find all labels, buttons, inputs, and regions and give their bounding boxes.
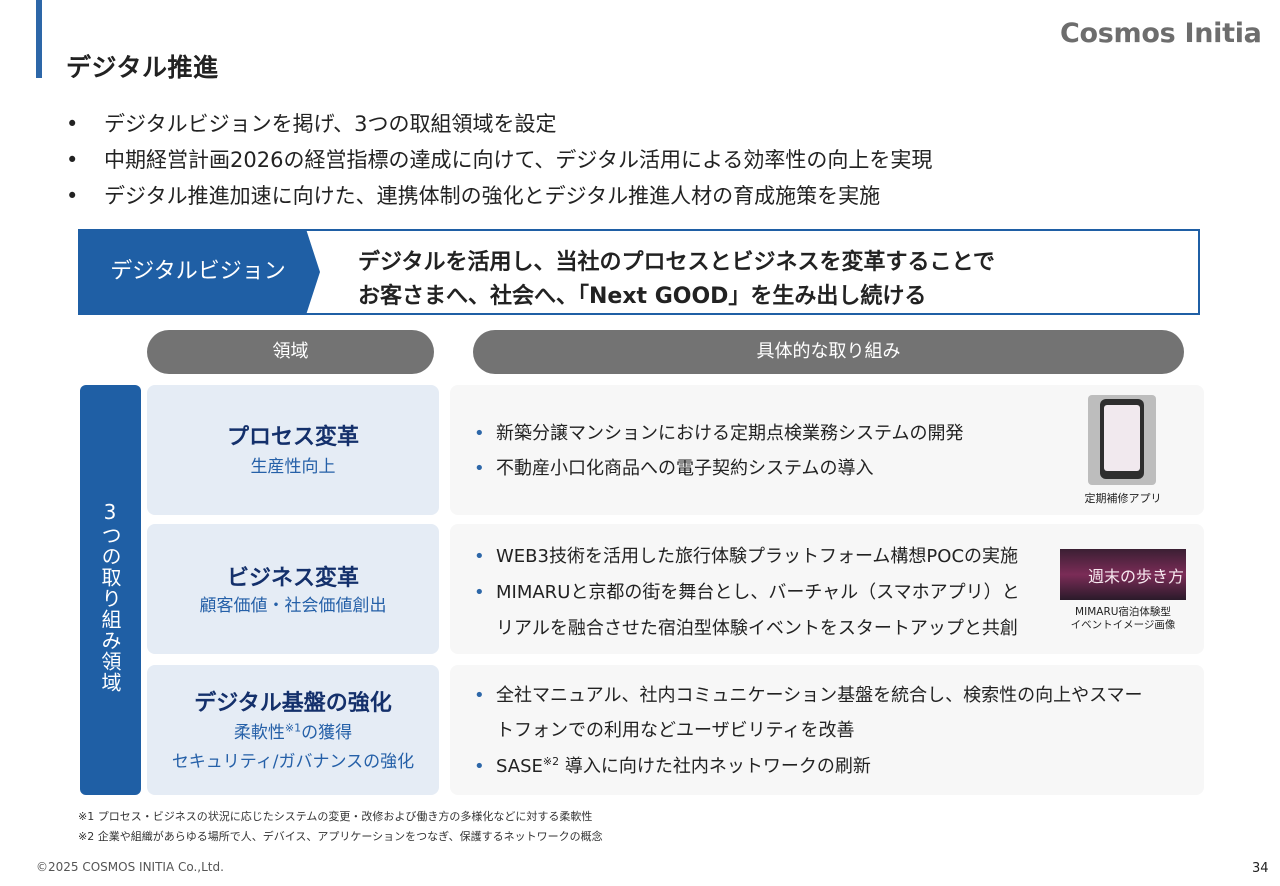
area-process-reform: プロセス変革 生産性向上 [147, 385, 439, 515]
detail-text-continued: リアルを融合させた宿泊型体験イベントをスタートアップと共創 [496, 618, 1018, 639]
vision-label: デジタルビジョン [110, 259, 286, 284]
bullet-marker: • [66, 148, 79, 172]
detail-item: • 不動産小口化商品への電子契約システムの導入 [474, 454, 873, 480]
bullet-item: • デジタルビジョンを掲げ、3つの取組領域を設定 [66, 108, 556, 138]
footnote-2: ※2 企業や組織があらゆる場所で人、デバイス、アプリケーションをつなぎ、保護する… [78, 830, 603, 843]
area-title: プロセス変革 [226, 425, 359, 450]
page-number: 34 [1252, 861, 1269, 876]
image-caption: MIMARU宿泊体験型 イベントイメージ画像 [1060, 606, 1186, 632]
detail-item: • WEB3技術を活用した旅行体験プラットフォーム構想POCの実施 [474, 542, 1018, 568]
bullet-marker: • [474, 423, 485, 444]
bullet-item: • 中期経営計画2026の経営指標の達成に向けて、デジタル活用による効率性の向上を… [66, 144, 932, 174]
area-title: ビジネス変革 [226, 566, 359, 591]
title-accent-bar [36, 0, 42, 78]
bullet-text: デジタルビジョンを掲げ、3つの取組領域を設定 [104, 112, 557, 136]
detail-text: WEB3技術を活用した旅行体験プラットフォーム構想POCの実施 [496, 546, 1019, 567]
phone-screen [1100, 399, 1144, 479]
footnote-1: ※1 プロセス・ビジネスの状況に応じたシステムの変更・改修および働き方の多様化な… [78, 810, 593, 823]
bullet-marker: • [66, 184, 79, 208]
detail-text: 導入に向けた社内ネットワークの刷新 [559, 756, 871, 777]
detail-item: • SASE※2 導入に向けた社内ネットワークの刷新 [474, 752, 871, 778]
area-subtitle-1: 柔軟性※1の獲得 [147, 719, 439, 748]
detail-item: • 全社マニュアル、社内コミュニケーション基盤を統合し、検索性の向上やスマー [474, 681, 1143, 707]
bullet-marker: • [474, 582, 485, 603]
bullet-marker: • [474, 546, 485, 567]
event-image: 週末の歩き方 [1060, 549, 1186, 600]
area-subtitle-text: の獲得 [301, 723, 353, 743]
company-logo: Cosmos Initia [1060, 18, 1262, 49]
footnote-ref: ※1 [284, 721, 302, 735]
bullet-marker: • [66, 112, 79, 136]
phone-display [1104, 405, 1140, 471]
area-title: デジタル基盤の強化 [194, 691, 392, 716]
area-subtitle-text: 柔軟性 [233, 723, 285, 743]
image-caption-line-2: イベントイメージ画像 [1070, 619, 1176, 631]
vision-statement-line-1: デジタルを活用し、当社のプロセスとビジネスを変革することで [358, 250, 995, 275]
footnote-ref: ※2 [542, 755, 560, 768]
copyright: ©2025 COSMOS INITIA Co.,Ltd. [36, 860, 224, 874]
detail-item: • MIMARUと京都の街を舞台とし、バーチャル（スマホアプリ）と [474, 578, 1020, 604]
detail-text: 不動産小口化商品への電子契約システムの導入 [496, 458, 874, 479]
maintenance-app-photo [1088, 395, 1156, 485]
area-business-reform: ビジネス変革 顧客価値・社会価値創出 [147, 524, 439, 654]
bullet-text: 中期経営計画2026の経営指標の達成に向けて、デジタル活用による効率性の向上を実… [104, 148, 933, 172]
image-caption-line-1: MIMARU宿泊体験型 [1075, 606, 1171, 618]
detail-item: • 新築分譲マンションにおける定期点検業務システムの開発 [474, 419, 963, 445]
side-label: 3つの取り組み領域 [80, 500, 141, 693]
side-label-text: 3つの取り組み領域 [98, 500, 122, 693]
area-column-header: 領域 [147, 330, 434, 374]
bullet-marker: • [474, 756, 485, 777]
area-subtitle-2: セキュリティ/ガバナンスの強化 [171, 752, 415, 772]
detail-text: 全社マニュアル、社内コミュニケーション基盤を統合し、検索性の向上やスマー [496, 685, 1143, 706]
page-title: デジタル推進 [66, 53, 219, 82]
area-digital-foundation: デジタル基盤の強化 柔軟性※1の獲得 セキュリティ/ガバナンスの強化 [147, 665, 439, 795]
bullet-text: デジタル推進加速に向けた、連携体制の強化とデジタル推進人材の育成施策を実施 [104, 184, 881, 208]
vision-statement-line-2: お客さまへ、社会へ、「Next GOOD」を生み出し続ける [358, 284, 927, 309]
area-subtitle: 顧客価値・社会価値創出 [199, 596, 387, 616]
bullet-marker: • [474, 458, 485, 479]
detail-text: 新築分譲マンションにおける定期点検業務システムの開発 [496, 423, 964, 444]
bullet-marker: • [474, 685, 485, 706]
details-column-header: 具体的な取り組み [473, 330, 1184, 374]
bullet-item: • デジタル推進加速に向けた、連携体制の強化とデジタル推進人材の育成施策を実施 [66, 180, 880, 210]
area-subtitle: 生産性向上 [250, 457, 336, 477]
event-image-text: 週末の歩き方 [1088, 567, 1185, 586]
detail-text: MIMARUと京都の街を舞台とし、バーチャル（スマホアプリ）と [496, 582, 1020, 603]
detail-text-continued: トフォンでの利用などユーザビリティを改善 [496, 720, 855, 741]
photo-caption: 定期補修アプリ [1084, 492, 1162, 505]
detail-text: SASE [496, 756, 543, 777]
